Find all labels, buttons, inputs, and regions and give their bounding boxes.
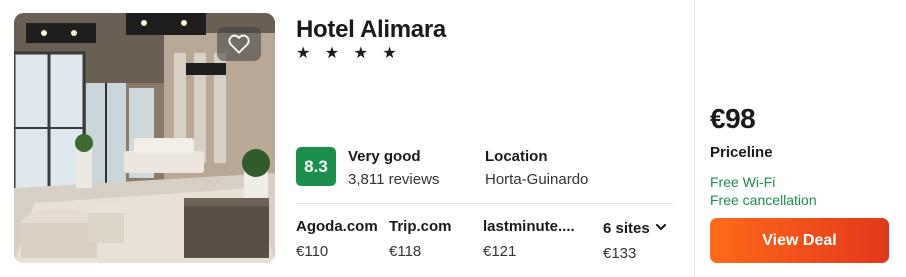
- offer-agoda[interactable]: Agoda.com €110: [296, 218, 378, 260]
- offer-trip[interactable]: Trip.com €118: [389, 218, 452, 260]
- star-rating: ★ ★ ★ ★: [296, 45, 402, 62]
- offer-price: €118: [389, 243, 422, 260]
- rating-label[interactable]: Very good: [348, 148, 421, 165]
- view-deal-button[interactable]: View Deal: [710, 218, 889, 263]
- offer-more-sites[interactable]: 6 sites €133: [603, 218, 666, 262]
- offer-lastminute[interactable]: lastminute.... €121: [483, 218, 575, 260]
- offer-price: €133: [603, 245, 637, 262]
- offer-site: Trip.com: [389, 218, 452, 235]
- column-divider: [694, 0, 695, 277]
- offer-site: 6 sites: [603, 220, 650, 237]
- amenity-free-wifi: Free Wi-Fi: [710, 174, 776, 190]
- chevron-down-icon: [655, 218, 666, 235]
- location-label: Location: [485, 148, 548, 165]
- offer-site: Agoda.com: [296, 218, 378, 235]
- offer-price: €121: [483, 243, 517, 260]
- divider: [296, 203, 673, 204]
- heart-icon: [228, 34, 250, 54]
- hotel-photo[interactable]: [14, 13, 275, 263]
- offer-site: lastminute....: [483, 218, 575, 235]
- location-value: Horta-Guinardo: [485, 171, 589, 188]
- review-score-badge[interactable]: 8.3: [296, 147, 336, 186]
- amenity-free-cancellation: Free cancellation: [710, 192, 817, 208]
- hotel-result-card[interactable]: Hotel Alimara ★ ★ ★ ★ 8.3 Very good 3,81…: [0, 0, 906, 277]
- more-sites-toggle[interactable]: 6 sites: [603, 218, 666, 237]
- favorite-button[interactable]: [217, 27, 261, 61]
- review-count[interactable]: 3,811 reviews: [348, 171, 439, 188]
- deal-price[interactable]: €98: [710, 103, 756, 135]
- deal-provider[interactable]: Priceline: [710, 144, 773, 161]
- offer-price: €110: [296, 243, 329, 260]
- hotel-name[interactable]: Hotel Alimara: [296, 16, 446, 44]
